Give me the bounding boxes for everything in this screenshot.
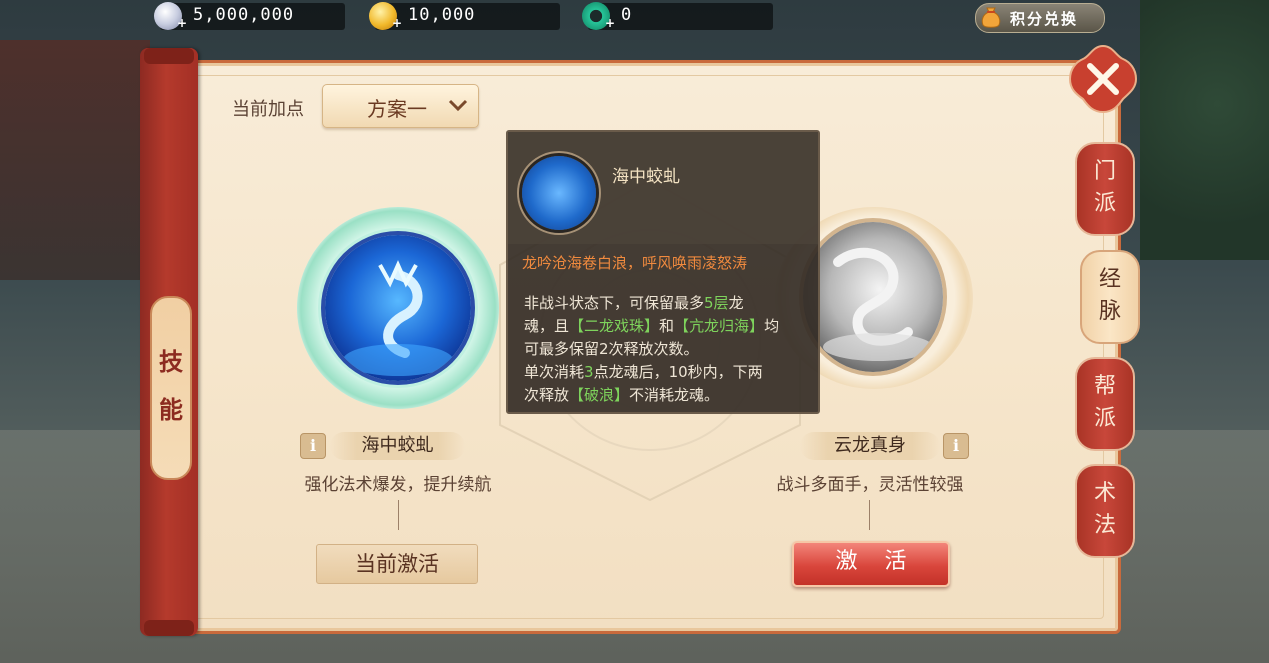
currency-bar-jade: [588, 3, 773, 30]
tooltip-line-5: 次释放【破浪】不消耗龙魂。: [524, 386, 720, 404]
tab-skills-char-1: 技: [159, 348, 183, 376]
info-icon: i: [309, 436, 317, 455]
add-jade-icon[interactable]: +: [605, 17, 615, 29]
activate-label: 激 活: [835, 549, 917, 574]
tooltip-line-2: 魂，且【二龙戏珠】和【亢龙归海】均: [524, 317, 780, 335]
tooltip-line-1: 非战斗状态下，可保留最多5层龙: [524, 294, 744, 312]
add-silver-icon[interactable]: +: [177, 17, 187, 29]
divider-line-right: [869, 500, 870, 530]
chevron-down-icon: [448, 99, 468, 112]
background-building: [0, 40, 150, 280]
plan-label: 当前加点: [232, 99, 304, 120]
plan-dropdown[interactable]: 方案一: [322, 84, 479, 128]
tooltip-title: 海中蛟虬: [612, 167, 680, 187]
skill-desc-left: 强化法术爆发，提升续航: [304, 475, 492, 495]
tab-skills-char-2: 能: [159, 396, 183, 424]
ribbon-bottom-cap: [144, 620, 194, 636]
info-icon: i: [952, 436, 960, 455]
tab-spells-label: 术法: [1093, 481, 1116, 538]
add-gold-icon[interactable]: +: [392, 17, 402, 29]
plan-dropdown-value: 方案一: [367, 97, 427, 121]
ribbon-top-cap: [144, 48, 194, 64]
tooltip-subtitle: 龙吟沧海卷白浪，呼风唤雨凌怒涛: [522, 254, 748, 272]
current-active-button[interactable]: 当前激活: [316, 544, 478, 584]
tab-skills[interactable]: 技 能: [150, 296, 192, 480]
skill-name-left: 海中蛟虬: [361, 435, 434, 456]
skill-desc-right: 战斗多面手，灵活性较强: [776, 475, 964, 495]
skill-info-button-right[interactable]: i: [943, 433, 969, 459]
dragon-icon: [343, 260, 453, 376]
sea-dragon-tooltip-icon: [522, 156, 596, 230]
cloud-dragon-skill-icon[interactable]: [803, 222, 943, 372]
close-icon[interactable]: [1068, 44, 1138, 114]
silver-amount: 5,000,000: [193, 5, 295, 25]
activate-button[interactable]: 激 活: [792, 541, 950, 587]
tab-sect[interactable]: 门派: [1075, 142, 1135, 236]
dragon-icon-grey: [823, 247, 933, 361]
money-bag-icon: [981, 7, 1001, 28]
gold-amount: 10,000: [408, 5, 476, 25]
background-tree: [1140, 0, 1269, 260]
jade-amount: 0: [621, 5, 633, 25]
skill-tooltip: 海中蛟虬 龙吟沧海卷白浪，呼风唤雨凌怒涛 非战斗状态下，可保留最多5层龙 魂，且…: [506, 130, 820, 414]
skill-name-pill-left: 海中蛟虬: [330, 432, 465, 460]
current-active-label: 当前激活: [355, 552, 439, 576]
tab-guild-label: 帮派: [1093, 374, 1116, 431]
tab-meridian[interactable]: 经脉: [1080, 250, 1140, 344]
points-exchange-label: 积分兑换: [1010, 10, 1079, 28]
tab-sect-label: 门派: [1093, 159, 1116, 216]
skill-name-right: 云龙真身: [834, 435, 906, 456]
skill-info-button-left[interactable]: i: [300, 433, 326, 459]
sea-dragon-skill-icon[interactable]: [325, 235, 471, 381]
tooltip-line-4: 单次消耗3点龙魂后，10秒内，下两: [524, 363, 763, 381]
left-scroll-ribbon: 技 能: [140, 48, 198, 636]
divider-line-left: [398, 500, 399, 530]
points-exchange-button[interactable]: 积分兑换: [975, 3, 1105, 33]
tooltip-body: 非战斗状态下，可保留最多5层龙 魂，且【二龙戏珠】和【亢龙归海】均 可最多保留2…: [524, 292, 810, 407]
tab-guild[interactable]: 帮派: [1075, 357, 1135, 451]
tooltip-line-3: 可最多保留2次释放次数。: [524, 340, 699, 358]
skill-name-pill-right: 云龙真身: [800, 432, 940, 460]
tooltip-header: 海中蛟虬: [508, 132, 818, 244]
tab-meridian-label: 经脉: [1098, 267, 1121, 324]
tab-spells[interactable]: 术法: [1075, 464, 1135, 558]
